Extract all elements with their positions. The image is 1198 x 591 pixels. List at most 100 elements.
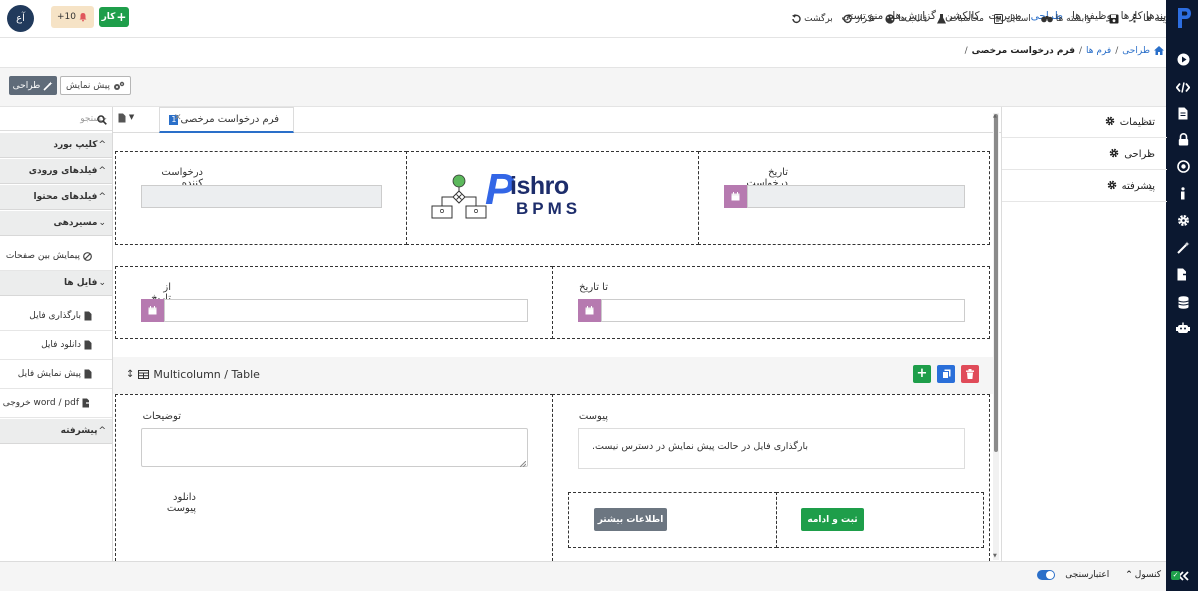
- magic-wand-icon[interactable]: [1175, 239, 1191, 255]
- info-icon[interactable]: [1175, 185, 1191, 201]
- check-icon: ✓: [1171, 570, 1180, 580]
- palette-item-export[interactable]: خروجی word / pdf: [0, 389, 112, 418]
- add-task-button[interactable]: کار +: [99, 7, 129, 27]
- requester-input[interactable]: [141, 185, 382, 208]
- flask-icon: [937, 13, 947, 23]
- design-section[interactable]: طراحی ›: [1002, 139, 1167, 170]
- target-icon[interactable]: [1175, 158, 1191, 174]
- breadcrumb-forms[interactable]: فرم ها: [1086, 46, 1111, 58]
- document-icon[interactable]: [1175, 105, 1191, 121]
- gear-icon: [1109, 148, 1119, 161]
- group-files[interactable]: فایل ها ⌄: [0, 271, 112, 296]
- group-advanced[interactable]: پیشرفته ^: [0, 419, 112, 444]
- palette-item-page-nav[interactable]: پیمایش بین صفحات: [0, 242, 112, 271]
- calendar-button[interactable]: [578, 299, 601, 322]
- gear-icon[interactable]: [1175, 212, 1191, 228]
- caret-down-icon: ▼: [128, 113, 135, 121]
- database-icon[interactable]: [1175, 294, 1191, 310]
- file-icon: [118, 113, 126, 123]
- avatar[interactable]: آع: [7, 5, 34, 32]
- pishro-logo-icon[interactable]: [1176, 7, 1192, 29]
- delete-button[interactable]: [961, 365, 979, 383]
- calendar-button[interactable]: [724, 185, 747, 208]
- group-content-fields[interactable]: فیلدهای محتوا ^: [0, 185, 112, 210]
- tab-leave-request-form[interactable]: 1 فرم درخواست مرخصی ✕: [159, 107, 294, 133]
- redo-label: تکرار: [855, 13, 876, 24]
- file-export-icon[interactable]: [1175, 266, 1191, 282]
- tab-label: فرم درخواست مرخصی: [180, 114, 279, 125]
- chevron-up-icon[interactable]: ⌃: [1125, 570, 1133, 580]
- breadcrumb-sep: /: [964, 46, 968, 56]
- style-button[interactable]: استایل: [993, 13, 1031, 24]
- group-label: فیلدهای ورودی: [28, 166, 98, 176]
- add-task-label: کار: [101, 12, 116, 22]
- chevron-icon: ›: [1148, 181, 1152, 192]
- close-icon[interactable]: ✕: [174, 113, 182, 123]
- save-button[interactable]: [1109, 14, 1119, 24]
- design-mode-button[interactable]: طراحی: [9, 76, 57, 95]
- preview-button[interactable]: پیش نمایش: [60, 76, 131, 95]
- resize-handle-icon[interactable]: [519, 459, 527, 468]
- palette-item-file-download[interactable]: دانلود فایل: [0, 331, 112, 360]
- group-label: مسیردهی: [53, 218, 98, 228]
- attachment-notice: بارگذاری فایل در حالت پیش نمایش در دسترس…: [592, 441, 808, 452]
- binoculars-icon: [1040, 16, 1053, 23]
- drag-handle-icon[interactable]: ↕: [126, 369, 134, 380]
- add-row-button[interactable]: +: [913, 365, 931, 383]
- validation-toggle[interactable]: [1037, 570, 1056, 580]
- breadcrumb-design[interactable]: طراحی: [1122, 46, 1150, 58]
- chevron-up-icon: ^: [98, 166, 106, 176]
- scroll-down-icon[interactable]: ▼: [993, 553, 997, 559]
- palette-search[interactable]: جستجو: [0, 111, 112, 131]
- undo-label: برگشت: [804, 13, 833, 24]
- lock-icon[interactable]: [1175, 131, 1191, 147]
- chevron-up-icon: ^: [98, 192, 106, 202]
- group-input-fields[interactable]: فیلدهای ورودی ^: [0, 159, 112, 184]
- home-icon[interactable]: [1154, 46, 1164, 58]
- multicolumn-header[interactable]: ↕ Multicolumn / Table: [126, 368, 260, 381]
- play-icon[interactable]: [1175, 51, 1191, 67]
- calculations-button[interactable]: محاسبات: [937, 13, 984, 24]
- item-label: بارگذاری فایل: [29, 311, 81, 321]
- copy-button[interactable]: [937, 365, 955, 383]
- from-date-input[interactable]: [164, 299, 528, 322]
- chevron-up-icon: ^: [98, 426, 106, 436]
- gears-icon: [114, 81, 125, 90]
- undo-button[interactable]: برگشت: [791, 13, 833, 24]
- description-label: توضیحات: [142, 411, 181, 422]
- file-icon: [84, 311, 92, 321]
- scrollbar-thumb[interactable]: [994, 114, 998, 452]
- settings-section[interactable]: تنظیمات ›: [1002, 107, 1167, 138]
- more-info-button[interactable]: اطلاعات بیشتر: [594, 508, 667, 531]
- table-icon: [138, 370, 150, 379]
- to-date-input[interactable]: [601, 299, 965, 322]
- chevron-down-icon: ⌄: [98, 278, 106, 288]
- code-icon[interactable]: [1175, 79, 1191, 95]
- palette-item-file-preview[interactable]: پیش نمایش فایل: [0, 360, 112, 389]
- group-label: فایل ها: [64, 278, 98, 288]
- notif-count: +10: [57, 12, 76, 22]
- breadcrumb-sep: /: [1079, 46, 1083, 56]
- console-label[interactable]: کنسول: [1135, 570, 1161, 580]
- robot-icon[interactable]: [1175, 320, 1191, 336]
- templates-button[interactable]: قالب ها: [885, 14, 927, 24]
- notifications-button[interactable]: +10: [51, 6, 94, 28]
- submit-button[interactable]: ثبت و ادامه: [801, 508, 864, 531]
- tab-menu-button[interactable]: ▼: [118, 113, 134, 126]
- redo-button[interactable]: تکرار: [843, 13, 876, 24]
- group-clipboard[interactable]: کلیپ بورد ^: [0, 133, 112, 158]
- advanced-section[interactable]: پیشرفته ›: [1002, 171, 1167, 202]
- dependencies-button[interactable]: وابسته ها: [1040, 14, 1091, 24]
- trash-icon: [966, 369, 974, 379]
- bell-icon: [79, 13, 87, 22]
- description-textarea[interactable]: [141, 428, 528, 467]
- file-icon: [84, 340, 92, 350]
- calendar-icon: [585, 306, 594, 315]
- group-routing[interactable]: مسیردهی ⌄: [0, 211, 112, 236]
- request-date-input[interactable]: [747, 185, 965, 208]
- calendar-button[interactable]: [141, 299, 164, 322]
- item-label: دانلود فایل: [41, 340, 81, 350]
- magic-wand-icon: [43, 81, 53, 91]
- palette-item-file-upload[interactable]: بارگذاری فایل: [0, 302, 112, 331]
- scroll-up-icon[interactable]: ▲: [993, 113, 997, 119]
